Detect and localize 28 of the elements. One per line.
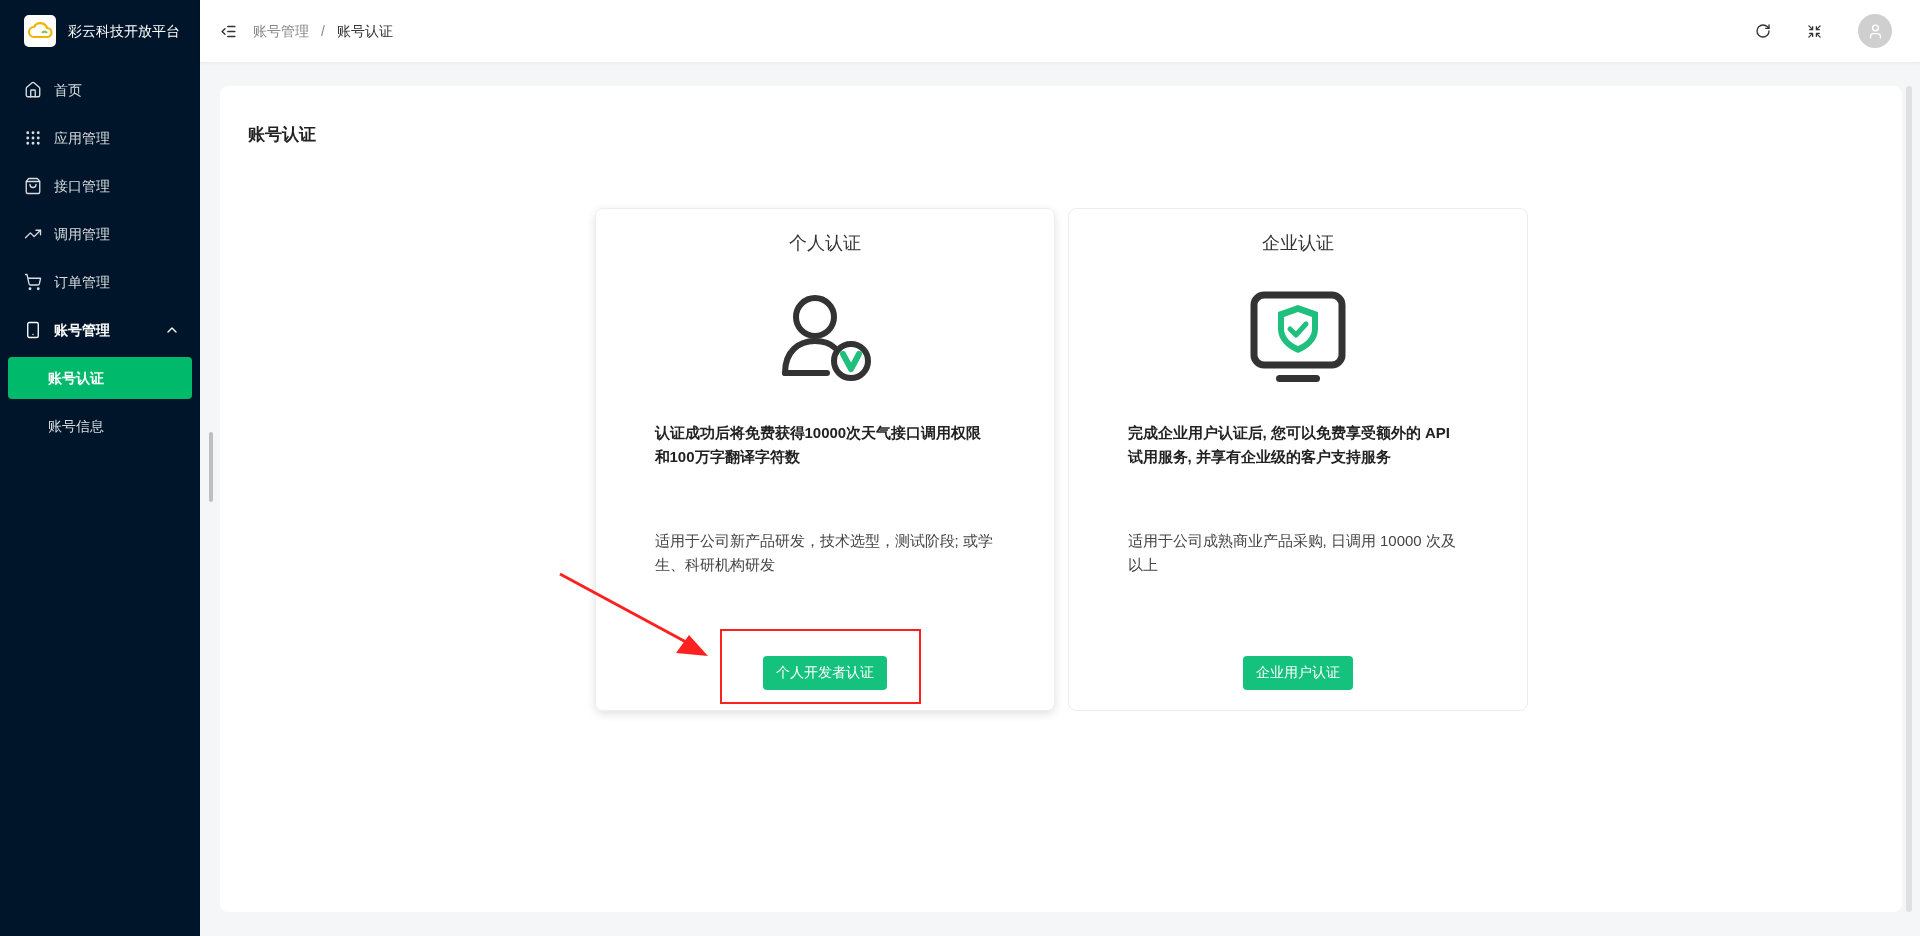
brand-name: 彩云科技开放平台: [68, 21, 180, 41]
breadcrumb-item[interactable]: 账号管理: [253, 20, 309, 42]
submenu-item[interactable]: 账号信息: [8, 405, 192, 447]
refresh-icon[interactable]: [1755, 23, 1771, 39]
menu-item[interactable]: 调用管理: [0, 210, 200, 258]
breadcrumb-separator: /: [321, 21, 325, 41]
breadcrumb-item[interactable]: 账号认证: [336, 20, 393, 42]
card-title: 企业认证: [1261, 231, 1334, 255]
monitor-shield-icon: [1249, 290, 1346, 383]
card-note: 适用于公司新产品研发，技术选型，测试阶段; 或学生、科研机构研发: [654, 530, 994, 575]
menu-item[interactable]: 接口管理: [0, 162, 200, 210]
page-title: 账号认证: [248, 124, 317, 146]
bag-icon: [24, 177, 42, 195]
card-title: 个人认证: [788, 231, 861, 255]
cloud-logo-icon: [24, 15, 56, 47]
card-description: 完成企业用户认证后, 您可以免费享受额外的 API 试用服务, 并享有企业级的客户支持服务: [1127, 422, 1451, 467]
grid-icon: [24, 129, 42, 147]
phone-icon: [24, 321, 42, 339]
card-description: 认证成功后将免费获得10000次天气接口调用权限和100万字翻译字符数: [654, 422, 983, 467]
fullscreen-icon[interactable]: [1807, 23, 1822, 39]
menu-item[interactable]: 订单管理: [0, 258, 200, 306]
home-icon: [24, 81, 42, 99]
card-note: 适用于公司成熟商业产品采购, 日调用 10000 次及以上: [1127, 530, 1457, 575]
menu-item[interactable]: 账号管理: [0, 306, 200, 354]
cart-icon: [24, 273, 42, 291]
menu-item[interactable]: 应用管理: [0, 114, 200, 162]
scrollbar-handle[interactable]: [209, 432, 213, 502]
menu-item[interactable]: 首页: [0, 66, 200, 114]
